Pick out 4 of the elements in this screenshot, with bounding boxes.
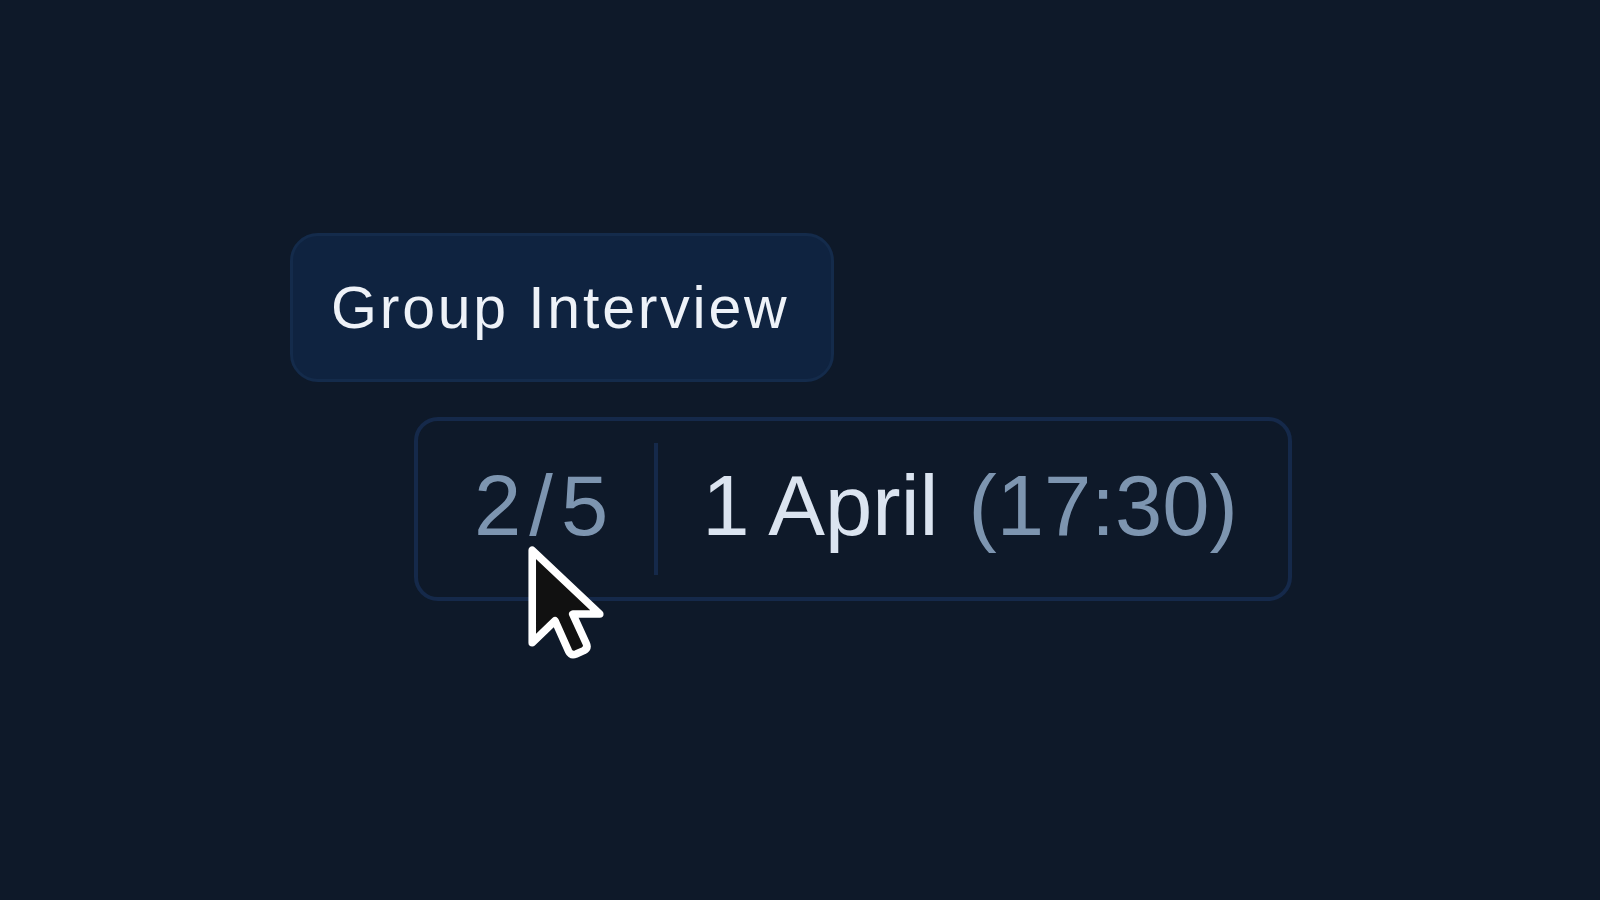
title-tag: Group Interview [290, 233, 834, 382]
count-text: 2/5 [474, 457, 617, 555]
time-text: (17:30) [968, 457, 1238, 555]
date-text: 1 April [702, 457, 939, 555]
